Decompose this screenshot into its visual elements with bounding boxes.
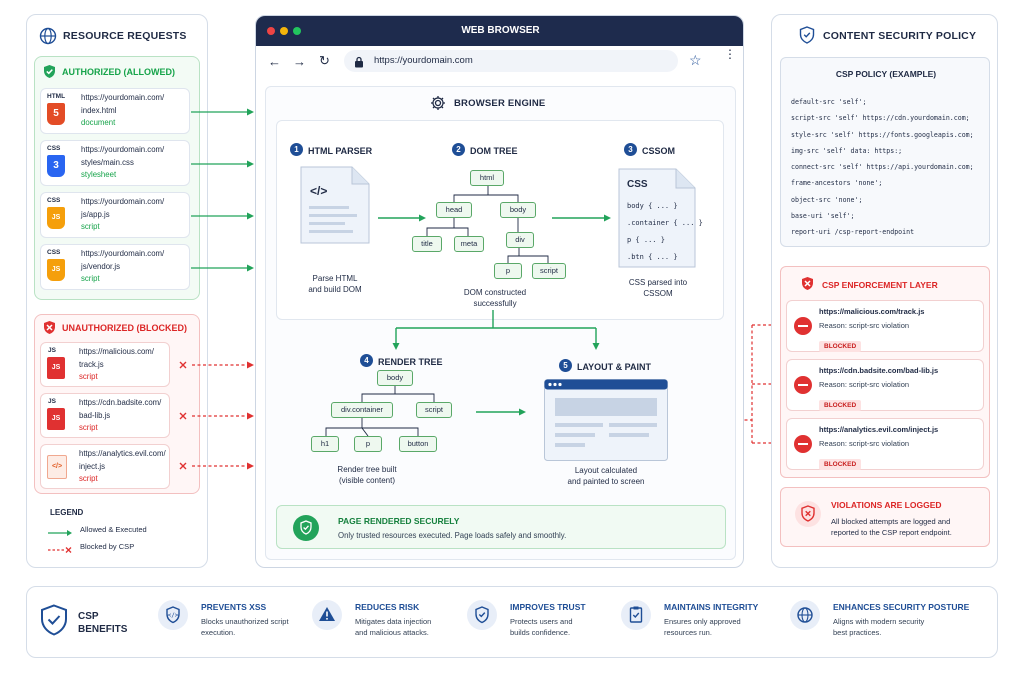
logged-desc-1: All blocked attempts are logged and <box>831 517 951 526</box>
step-4-caption-2: (visible content) <box>338 476 396 485</box>
logged-desc-2: reported to the CSP report endpoint. <box>831 528 952 537</box>
csp-policy-title: CSP POLICY (EXAMPLE) <box>835 69 937 79</box>
render-node-h1: h1 <box>311 436 339 452</box>
benefit-title: REDUCES RISK <box>355 602 420 612</box>
benefit-title: ENHANCES SECURITY POSTURE <box>833 602 970 612</box>
csp-title: CONTENT SECURITY POLICY <box>823 30 977 42</box>
blocked-icon <box>794 317 812 335</box>
step-4-caption-1: Render tree built <box>337 465 397 474</box>
enforcement-title: CSP ENFORCEMENT LAYER <box>822 280 938 290</box>
violation-card: https://malicious.com/track.js Reason: s… <box>786 300 984 352</box>
render-node-button: button <box>399 436 437 452</box>
violation-url: https://cdn.badsite.com/bad-lib.js <box>819 366 939 375</box>
benefits-title-2: BENEFITS <box>78 624 128 635</box>
policy-line: default-src 'self'; <box>791 98 867 106</box>
benefit-desc-1: Mitigates data injection <box>355 617 432 626</box>
violation-url: https://malicious.com/track.js <box>819 307 925 316</box>
violation-url: https://analytics.evil.com/inject.js <box>819 425 939 434</box>
benefit-title: MAINTAINS INTEGRITY <box>664 602 759 612</box>
blocked-icon <box>794 435 812 453</box>
rendered-securely-banner: PAGE RENDERED SECURELY Only trusted reso… <box>276 505 726 549</box>
render-node-script: script <box>416 402 452 418</box>
benefit-title: PREVENTS XSS <box>201 602 267 612</box>
violation-badge: BLOCKED <box>819 335 862 353</box>
csp-policy-box: CSP POLICY (EXAMPLE) default-src 'self';… <box>780 57 990 247</box>
benefit-title: IMPROVES TRUST <box>510 602 586 612</box>
benefit-desc-1: Aligns with modern security <box>833 617 925 626</box>
warning-icon <box>312 600 342 630</box>
benefit-desc-1: Ensures only approved <box>664 617 741 626</box>
benefit-desc-1: Blocks unauthorized script <box>201 617 289 626</box>
violation-badge: BLOCKED <box>819 394 862 412</box>
svg-text:</>: </> <box>168 612 179 619</box>
benefit-desc-2: builds confidence. <box>510 628 571 637</box>
step-5-caption-2: and painted to screen <box>567 477 645 486</box>
violation-reason: Reason: script-src violation <box>819 380 910 389</box>
clipboard-check-icon <box>621 600 651 630</box>
logged-shield-icon <box>795 501 821 527</box>
benefit-desc-2: resources run. <box>664 628 712 637</box>
benefit-item: IMPROVES TRUST Protects users and builds… <box>467 598 617 648</box>
benefit-desc-2: and malicious attacks. <box>355 628 429 637</box>
blocked-badge: BLOCKED <box>819 459 862 470</box>
shield-code-icon: </> <box>158 600 188 630</box>
rendered-desc: Only trusted resources executed. Page lo… <box>338 531 567 540</box>
policy-line: base-uri 'self'; <box>791 212 855 221</box>
globe-icon <box>790 600 820 630</box>
benefit-desc-2: best practices. <box>833 628 882 637</box>
shield-check-icon <box>293 515 319 541</box>
render-node-div-container: div.container <box>331 402 393 418</box>
benefit-item: REDUCES RISK Mitigates data injection an… <box>312 598 462 648</box>
shield-check-icon <box>467 600 497 630</box>
blocked-badge: BLOCKED <box>819 400 862 411</box>
enforcement-shield-icon <box>800 276 815 296</box>
render-node-body: body <box>377 370 413 386</box>
step-5-number: 5 <box>559 359 572 373</box>
logged-title: VIOLATIONS ARE LOGGED <box>831 500 942 510</box>
violation-card: https://analytics.evil.com/inject.js Rea… <box>786 418 984 470</box>
rendered-title: PAGE RENDERED SECURELY <box>338 516 460 526</box>
benefit-item: ENHANCES SECURITY POSTURE Aligns with mo… <box>790 598 980 648</box>
step-5-label: LAYOUT & PAINT <box>577 362 652 372</box>
violation-reason: Reason: script-src violation <box>819 439 910 448</box>
violation-reason: Reason: script-src violation <box>819 321 910 330</box>
benefit-item: </> PREVENTS XSS Blocks unauthorized scr… <box>158 598 308 648</box>
blocked-badge: BLOCKED <box>819 341 862 352</box>
step-5-caption-1: Layout calculated <box>574 466 638 475</box>
blocked-icon <box>794 376 812 394</box>
csp-shield-icon <box>799 26 815 49</box>
benefits-shield-icon <box>40 604 68 641</box>
benefits-title-1: CSP <box>78 611 99 622</box>
policy-line: img-src 'self' data: https:; <box>791 146 903 155</box>
policy-line: frame-ancestors 'none'; <box>791 179 883 188</box>
policy-line: object-src 'none'; <box>791 195 863 204</box>
violation-card: https://cdn.badsite.com/bad-lib.js Reaso… <box>786 359 984 411</box>
benefit-item: MAINTAINS INTEGRITY Ensures only approve… <box>621 598 771 648</box>
policy-line: style-src 'self' https://fonts.googleapi… <box>791 130 974 139</box>
policy-line: script-src 'self' https://cdn.yourdomain… <box>791 114 970 123</box>
benefit-desc-1: Protects users and <box>510 617 573 626</box>
csp-policy-code: default-src 'self'; script-src 'self' htt… <box>791 94 974 241</box>
policy-line: connect-src 'self' https://api.yourdomai… <box>791 163 974 172</box>
violation-badge: BLOCKED <box>819 453 862 471</box>
painted-page-icon <box>544 379 668 466</box>
benefit-desc-2: execution. <box>201 628 236 637</box>
render-node-p: p <box>354 436 382 452</box>
violations-logged-box: VIOLATIONS ARE LOGGED All blocked attemp… <box>780 487 990 547</box>
policy-line: report-uri /csp-report-endpoint <box>791 228 915 237</box>
step-5-title: 5 LAYOUT & PAINT <box>559 357 651 375</box>
